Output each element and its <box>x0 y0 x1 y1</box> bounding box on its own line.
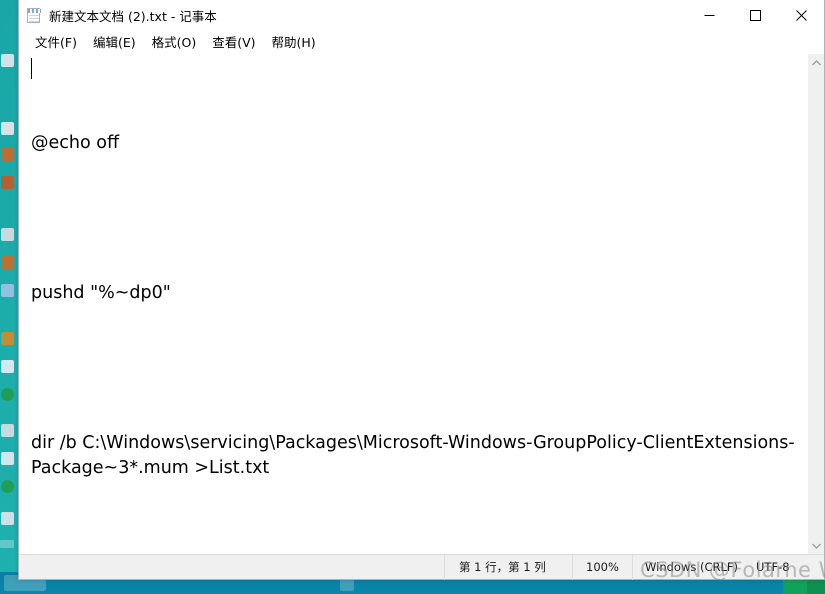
desktop-icon[interactable] <box>1 512 14 525</box>
text-editor[interactable]: @echo off pushd "%~dp0" dir /b C:\Window… <box>19 54 807 554</box>
status-encoding[interactable]: UTF-8 <box>752 555 824 580</box>
notepad-icon <box>25 7 42 24</box>
desktop-icon[interactable] <box>1 54 14 67</box>
desktop-icon[interactable] <box>1 284 14 297</box>
editor-line: @echo off <box>31 133 120 153</box>
desktop-icon[interactable] <box>1 452 14 465</box>
statusbar: 第 1 行，第 1 列 100% Windows (CRLF) UTF-8 <box>19 554 824 580</box>
scroll-down-icon[interactable] <box>808 537 824 554</box>
menu-file[interactable]: 文件(F) <box>27 30 85 54</box>
menu-format[interactable]: 格式(O) <box>144 30 205 54</box>
desktop-icon[interactable] <box>1 332 14 345</box>
status-cursor-position: 第 1 行，第 1 列 <box>444 554 572 580</box>
window-title: 新建文本文档 (2).txt - 记事本 <box>49 9 217 24</box>
editor-area[interactable]: @echo off pushd "%~dp0" dir /b C:\Window… <box>19 53 824 554</box>
notepad-window[interactable]: 新建文本文档 (2).txt - 记事本 文件(F) 编辑(E) 格式(O) 查… <box>18 0 825 580</box>
maximize-button[interactable] <box>732 0 778 31</box>
minimize-button[interactable] <box>686 0 732 31</box>
titlebar[interactable]: 新建文本文档 (2).txt - 记事本 <box>19 0 824 31</box>
close-button[interactable] <box>778 0 824 31</box>
menubar[interactable]: 文件(F) 编辑(E) 格式(O) 查看(V) 帮助(H) <box>19 31 824 53</box>
editor-line: dir /b C:\Windows\servicing\Packages\Mic… <box>31 433 795 478</box>
desktop-icon-label <box>0 540 14 548</box>
desktop-icon[interactable] <box>1 148 14 161</box>
status-zoom-level[interactable]: 100% <box>572 554 632 580</box>
menu-view[interactable]: 查看(V) <box>204 30 263 54</box>
menu-help[interactable]: 帮助(H) <box>264 30 324 54</box>
desktop-icon[interactable] <box>1 228 14 241</box>
window-controls[interactable] <box>686 0 824 31</box>
desktop-icon-column <box>0 0 16 594</box>
text-caret <box>31 58 32 79</box>
desktop-icon[interactable] <box>1 480 14 493</box>
vertical-scrollbar[interactable] <box>807 54 824 554</box>
desktop-icon[interactable] <box>1 388 14 401</box>
desktop-icon[interactable] <box>1 122 14 135</box>
menu-edit[interactable]: 编辑(E) <box>85 30 144 54</box>
editor-line: pushd "%~dp0" <box>31 283 171 303</box>
desktop-icon[interactable] <box>1 256 14 269</box>
desktop-icon[interactable] <box>1 424 14 437</box>
desktop-icon[interactable] <box>1 176 14 189</box>
scroll-up-icon[interactable] <box>808 54 824 71</box>
desktop-icon[interactable] <box>1 360 14 373</box>
status-line-ending[interactable]: Windows (CRLF) <box>632 554 752 580</box>
